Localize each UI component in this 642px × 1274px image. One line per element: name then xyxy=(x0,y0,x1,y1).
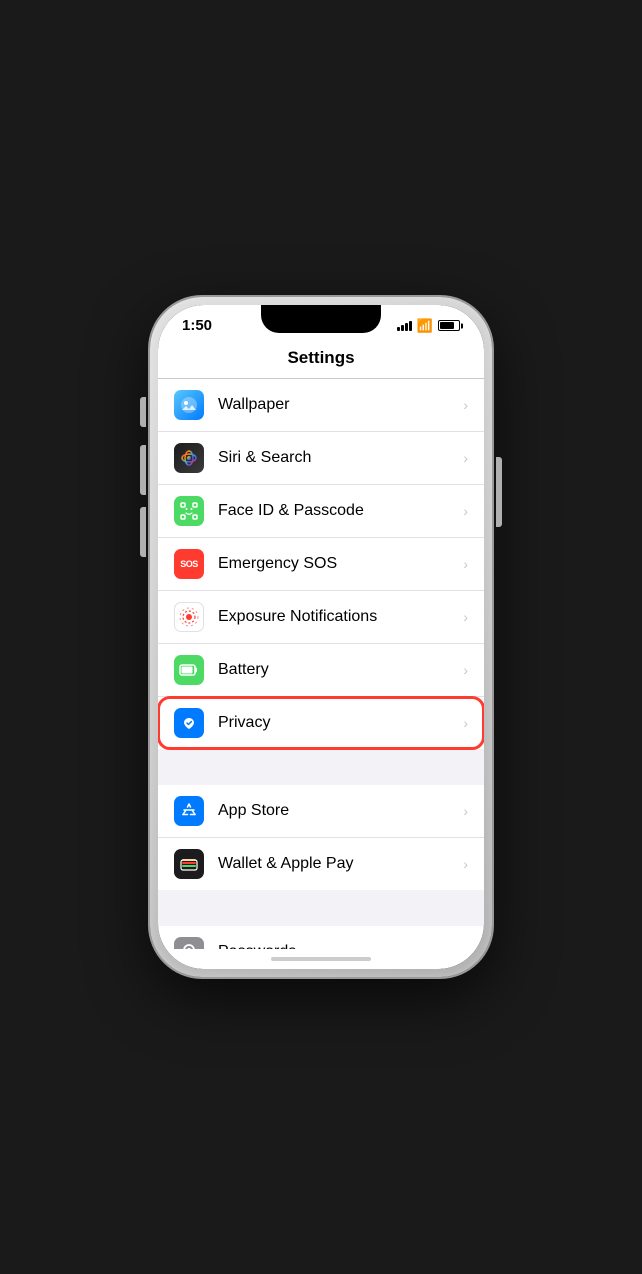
battery-label: Battery xyxy=(218,661,463,679)
privacy-chevron: › xyxy=(463,715,468,731)
sos-icon: SOS xyxy=(174,549,204,579)
faceid-svg xyxy=(180,502,198,520)
volume-up-button[interactable] xyxy=(140,445,146,495)
settings-row-passwords[interactable]: Passwords › xyxy=(158,926,484,949)
volume-down-button[interactable] xyxy=(140,507,146,557)
settings-row-exposure[interactable]: Exposure Notifications › xyxy=(158,591,484,644)
exposure-svg xyxy=(179,607,199,627)
privacy-svg xyxy=(180,714,198,732)
signal-icon xyxy=(397,321,412,331)
privacy-icon xyxy=(174,708,204,738)
navigation-bar: Settings xyxy=(158,338,484,379)
privacy-label: Privacy xyxy=(218,714,463,732)
wallet-svg xyxy=(180,855,198,873)
faceid-chevron: › xyxy=(463,503,468,519)
settings-row-wallpaper[interactable]: Wallpaper › xyxy=(158,379,484,432)
phone-screen: 1:50 📶 Settings xyxy=(158,305,484,969)
battery-fill xyxy=(440,322,454,329)
mute-button[interactable] xyxy=(140,397,146,427)
siri-svg xyxy=(180,449,198,467)
power-button[interactable] xyxy=(496,457,502,527)
settings-section-2: App Store › Wallet xyxy=(158,785,484,890)
page-title: Settings xyxy=(174,348,468,368)
sos-chevron: › xyxy=(463,556,468,572)
settings-row-siri[interactable]: Siri & Search › xyxy=(158,432,484,485)
wallpaper-chevron: › xyxy=(463,397,468,413)
appstore-label: App Store xyxy=(218,802,463,820)
settings-row-battery[interactable]: Battery › xyxy=(158,644,484,697)
battery-icon xyxy=(174,655,204,685)
wallpaper-label: Wallpaper xyxy=(218,396,463,414)
faceid-label: Face ID & Passcode xyxy=(218,502,463,520)
battery-chevron: › xyxy=(463,662,468,678)
siri-chevron: › xyxy=(463,450,468,466)
appstore-chevron: › xyxy=(463,803,468,819)
exposure-icon xyxy=(174,602,204,632)
section-gap-2 xyxy=(158,890,484,926)
wallet-chevron: › xyxy=(463,856,468,872)
settings-row-faceid[interactable]: Face ID & Passcode › xyxy=(158,485,484,538)
status-time: 1:50 xyxy=(182,317,212,334)
exposure-label: Exposure Notifications xyxy=(218,608,463,626)
settings-row-appstore[interactable]: App Store › xyxy=(158,785,484,838)
wallpaper-svg xyxy=(180,396,198,414)
settings-row-wallet[interactable]: Wallet & Apple Pay › xyxy=(158,838,484,890)
faceid-icon xyxy=(174,496,204,526)
sos-label: Emergency SOS xyxy=(218,555,463,573)
wifi-icon: 📶 xyxy=(417,318,433,334)
battery-status-icon xyxy=(438,320,460,331)
screen-content: 1:50 📶 Settings xyxy=(158,305,484,969)
home-bar xyxy=(271,957,371,961)
settings-row-sos[interactable]: SOS Emergency SOS › xyxy=(158,538,484,591)
settings-row-privacy[interactable]: Privacy › xyxy=(158,697,484,749)
settings-section-3: Passwords › Mail › xyxy=(158,926,484,949)
battery-svg xyxy=(179,663,199,677)
passwords-svg xyxy=(182,943,196,949)
wallet-label: Wallet & Apple Pay xyxy=(218,855,463,873)
settings-list[interactable]: Wallpaper › xyxy=(158,379,484,949)
sos-text: SOS xyxy=(180,559,198,569)
wallet-icon xyxy=(174,849,204,879)
siri-label: Siri & Search xyxy=(218,449,463,467)
status-icons: 📶 xyxy=(397,318,460,334)
section-gap-1 xyxy=(158,749,484,785)
exposure-chevron: › xyxy=(463,609,468,625)
passwords-icon xyxy=(174,937,204,949)
siri-icon xyxy=(174,443,204,473)
home-indicator[interactable] xyxy=(158,949,484,969)
wallpaper-icon xyxy=(174,390,204,420)
passwords-chevron: › xyxy=(463,944,468,949)
phone-frame: 1:50 📶 Settings xyxy=(150,297,492,977)
appstore-svg xyxy=(180,802,198,820)
passwords-label: Passwords xyxy=(218,943,463,949)
appstore-icon xyxy=(174,796,204,826)
settings-section-1: Wallpaper › xyxy=(158,379,484,749)
notch xyxy=(261,305,381,333)
